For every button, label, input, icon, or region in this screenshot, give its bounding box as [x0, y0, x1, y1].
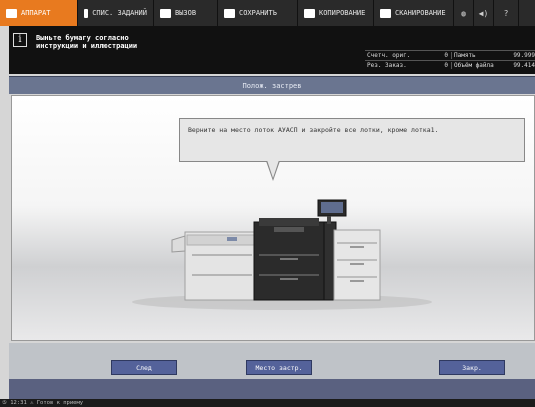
top-tab-bar: АППАРАТ СПИС. ЗАДАНИЙ ВЫЗОВ СОХРАНИТЬ КО… — [0, 0, 535, 26]
jam-location-button[interactable]: Место застр. — [246, 360, 312, 375]
original-count-value: 0 — [415, 52, 452, 59]
bubble-tail-fill — [267, 160, 279, 178]
tab-save-label: СОХРАНИТЬ — [239, 9, 277, 17]
speaker-icon: ◀) — [478, 8, 489, 18]
message-text: Выньте бумагу согласно инструкции и иллю… — [36, 34, 137, 50]
tab-scan[interactable]: СКАНИРОВАНИЕ — [374, 0, 454, 26]
next-button[interactable]: След — [111, 360, 177, 375]
job-list-icon — [84, 8, 89, 18]
original-count-label: Счетч. ориг. — [367, 52, 411, 59]
info-icon: i — [13, 33, 27, 47]
memory-value: 99.999 — [513, 52, 535, 59]
reserved-jobs-value: 0 — [415, 62, 452, 69]
counter-row: Рез. Заказ. 0 Объём файла 99.414 — [365, 60, 535, 70]
tab-recall[interactable]: ВЫЗОВ — [154, 0, 218, 26]
memory-label: Память — [454, 52, 476, 59]
message-line-2: инструкции и иллюстрации — [36, 42, 138, 50]
tab-copy[interactable]: КОПИРОВАНИЕ — [298, 0, 374, 26]
close-button[interactable]: Закр. — [439, 360, 505, 375]
file-size-label: Объём файла — [454, 62, 494, 69]
machine-icon — [6, 8, 17, 18]
page-title: Полож. застрев — [9, 76, 535, 94]
tab-machine[interactable]: АППАРАТ — [0, 0, 78, 26]
tab-job-list-label: СПИС. ЗАДАНИЙ — [92, 9, 147, 17]
help-icon: ? — [503, 8, 509, 18]
globe-button[interactable]: ◍ — [454, 0, 474, 26]
save-icon — [224, 8, 235, 18]
status-bar: ⑤ 12:31 ⚠ Готов к приему — [0, 399, 535, 407]
globe-icon: ◍ — [461, 8, 466, 18]
counter-table: Счетч. ориг. 0 Память 99.999 Рез. Заказ.… — [365, 50, 535, 70]
tab-job-list[interactable]: СПИС. ЗАДАНИЙ — [78, 0, 154, 26]
message-line-1: Выньте бумагу согласно — [36, 34, 129, 42]
tab-recall-label: ВЫЗОВ — [175, 9, 197, 17]
recall-icon — [160, 8, 171, 18]
footer-bar — [9, 379, 535, 399]
reserved-jobs-label: Рез. Заказ. — [367, 62, 407, 69]
tab-copy-label: КОПИРОВАНИЕ — [319, 9, 366, 17]
tab-machine-label: АППАРАТ — [21, 9, 51, 17]
scan-icon — [380, 8, 391, 18]
file-size-value: 99.414 — [513, 62, 535, 69]
instruction-bubble: Верните на место лоток АУАСП и закройте … — [179, 118, 525, 162]
tab-scan-label: СКАНИРОВАНИЕ — [395, 9, 446, 17]
instruction-text: Верните на место лоток АУАСП и закройте … — [188, 126, 439, 134]
button-strip: След Место застр. Закр. — [9, 343, 535, 379]
counter-row: Счетч. ориг. 0 Память 99.999 — [365, 50, 535, 60]
sound-button[interactable]: ◀) — [474, 0, 494, 26]
message-panel: i Выньте бумагу согласно инструкции и ил… — [9, 26, 535, 74]
tab-save[interactable]: СОХРАНИТЬ — [218, 0, 298, 26]
copy-icon — [304, 8, 315, 18]
help-button[interactable]: ? — [494, 0, 519, 26]
